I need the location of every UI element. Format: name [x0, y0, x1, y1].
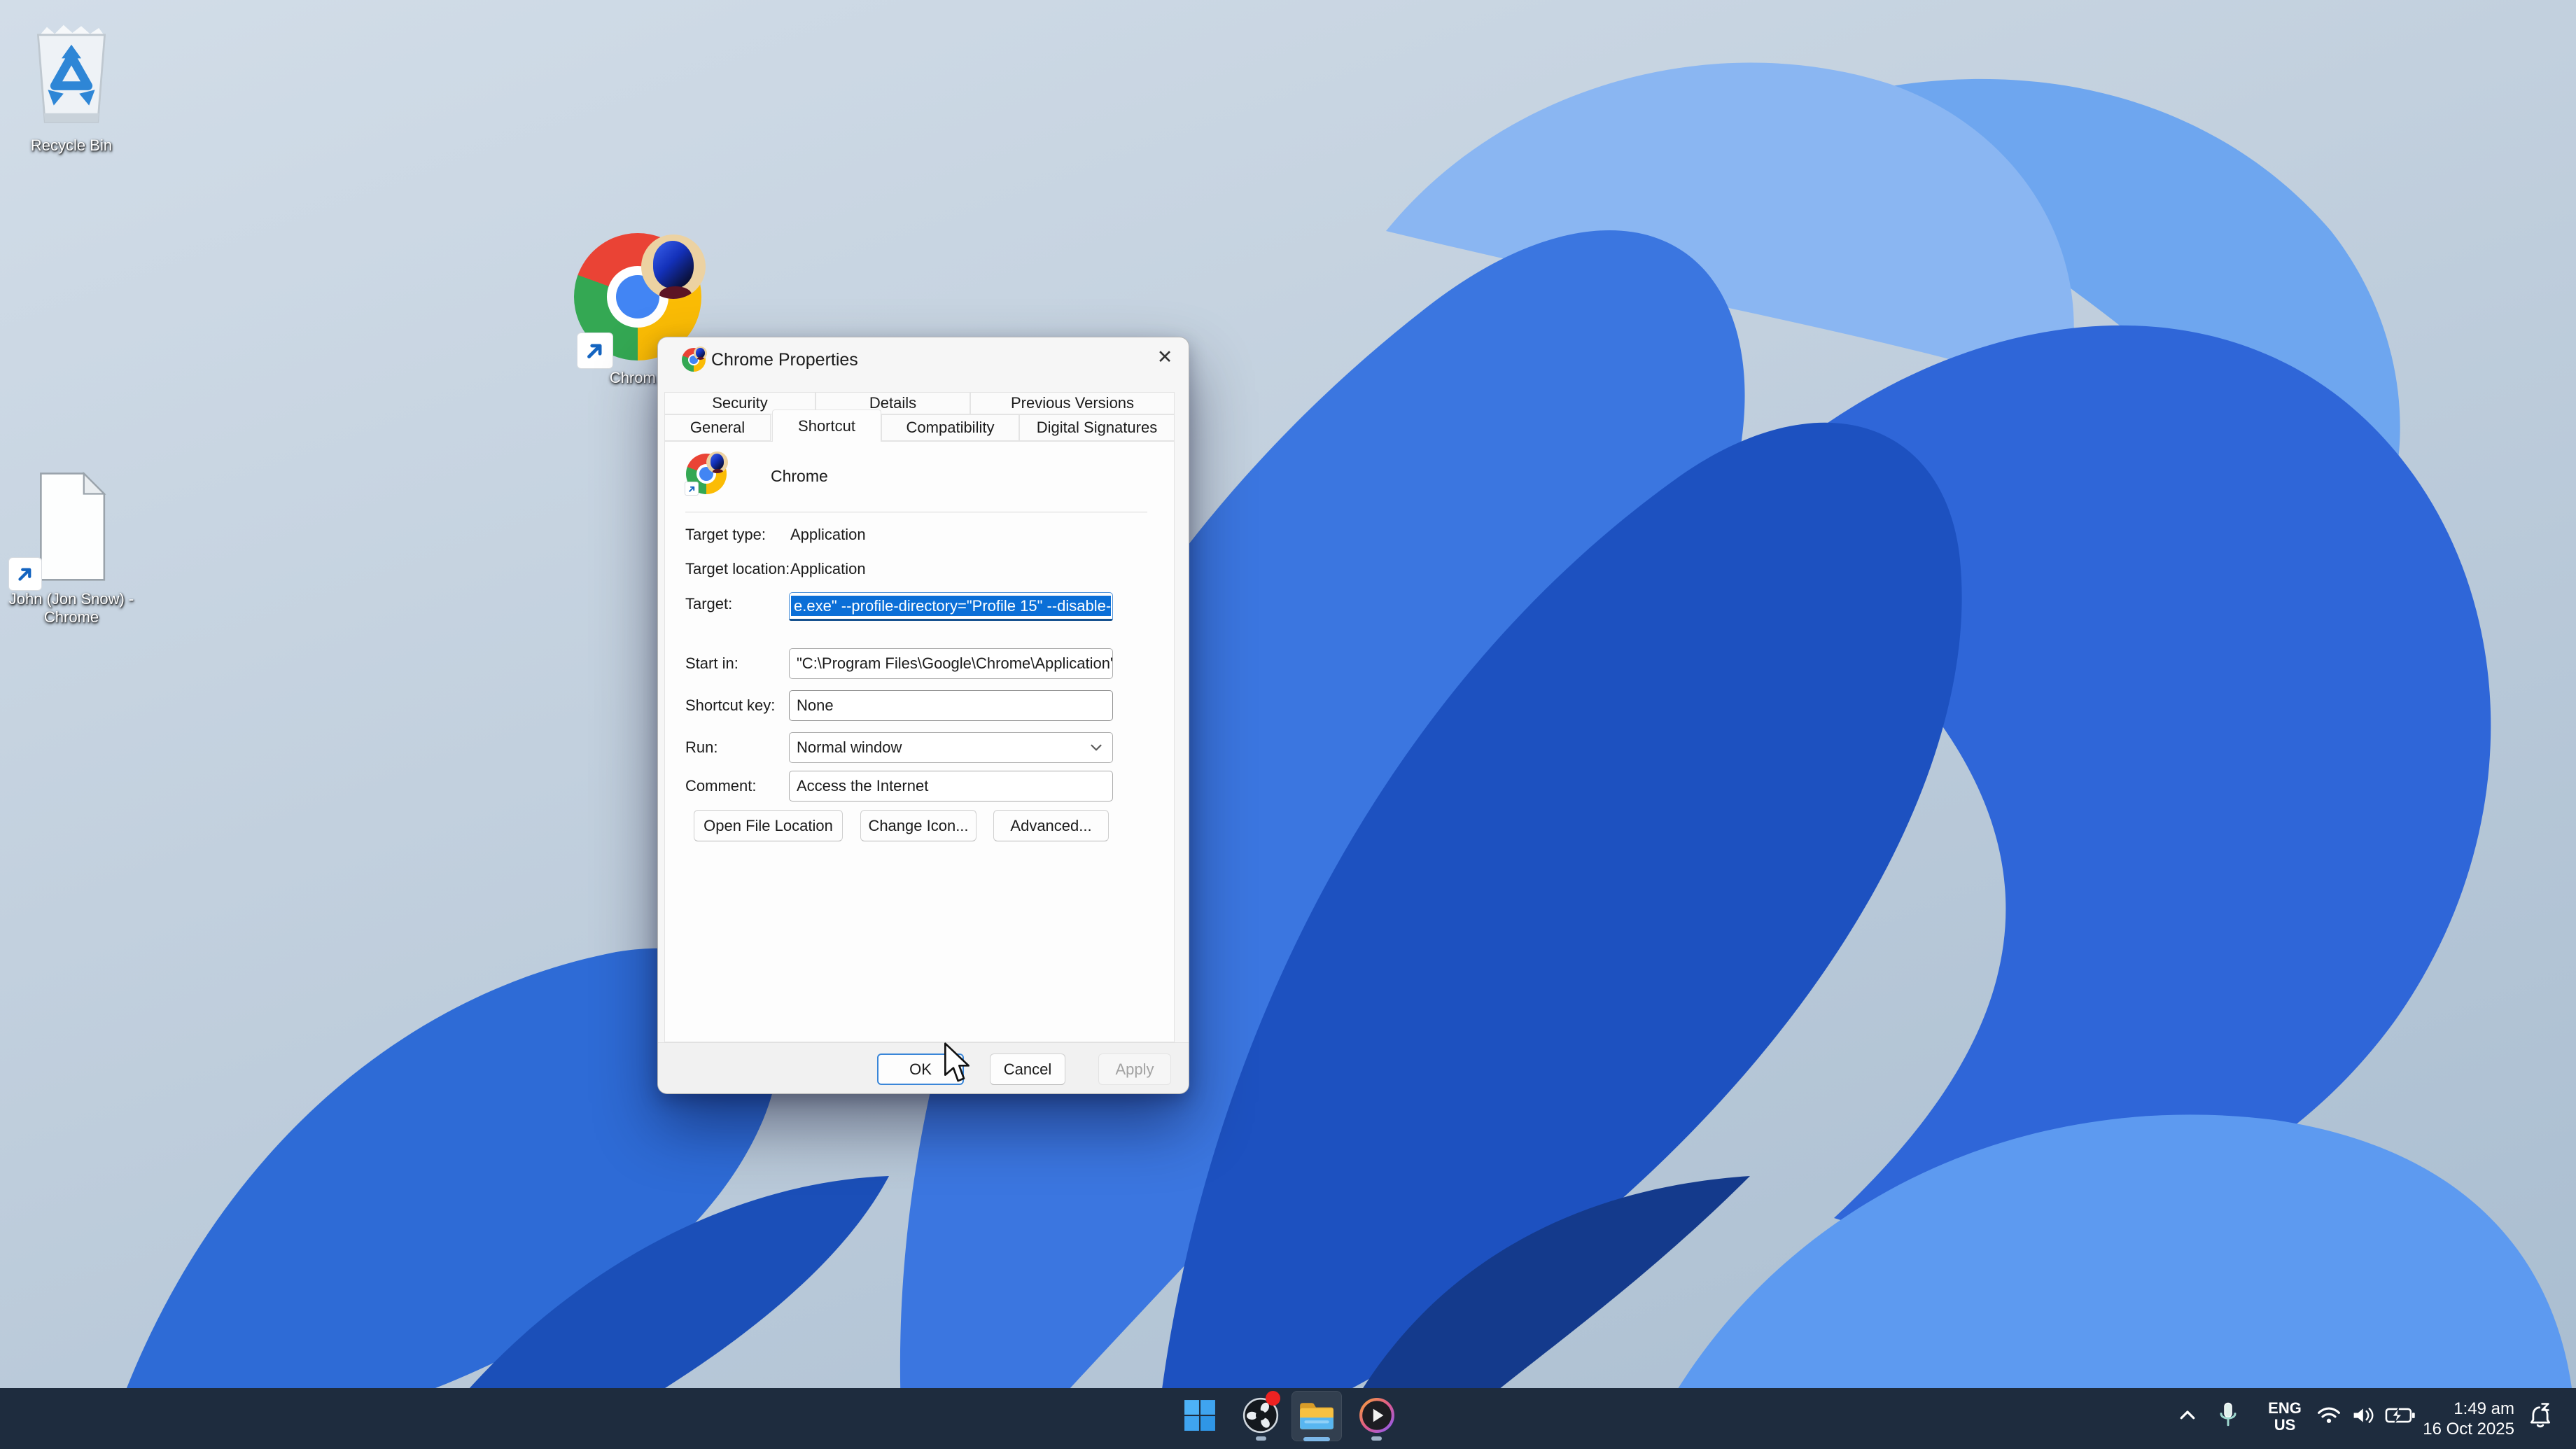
obs-studio-button[interactable] — [1239, 1394, 1282, 1437]
clock-time: 1:49 am — [2394, 1399, 2514, 1419]
shortcut-key-value: None — [797, 696, 834, 715]
profile-avatar-badge — [641, 234, 706, 299]
mouse-cursor — [942, 1042, 972, 1088]
profile-avatar-badge — [706, 451, 728, 473]
target-selected-text: e.exe" --profile-directory="Profile 15" … — [791, 596, 1111, 617]
shortcut-key-label: Shortcut key: — [685, 696, 775, 715]
volume-tray-button[interactable] — [2346, 1394, 2381, 1437]
desktop-icon-recycle-bin[interactable]: Recycle Bin — [22, 21, 120, 155]
media-player-running-indicator — [1371, 1436, 1382, 1441]
start-in-label: Start in: — [685, 654, 738, 673]
run-label: Run: — [685, 738, 718, 757]
target-label: Target: — [685, 594, 732, 614]
wifi-icon — [2316, 1406, 2342, 1425]
clock[interactable]: 1:49 am 16 Oct 2025 — [2394, 1399, 2514, 1439]
run-value: Normal window — [797, 738, 902, 757]
comment-label: Comment: — [685, 776, 756, 796]
chrome-properties-dialog: Chrome Properties ✕ Security Details Pre… — [657, 337, 1189, 1094]
target-type-label: Target type: — [685, 525, 766, 545]
recycle-bin-icon — [22, 21, 120, 133]
file-explorer-active-indicator — [1303, 1437, 1330, 1441]
dialog-title: Chrome Properties — [711, 350, 858, 370]
bell-sleep-icon — [2528, 1402, 2553, 1429]
language-region: US — [2255, 1417, 2314, 1434]
shortcut-page-chrome-icon — [686, 454, 728, 496]
clock-date: 16 Oct 2025 — [2394, 1419, 2514, 1439]
media-player-button[interactable] — [1355, 1394, 1399, 1437]
bloom-artwork — [0, 0, 2576, 1449]
speaker-icon — [2351, 1405, 2376, 1426]
microphone-icon — [2218, 1401, 2239, 1429]
cancel-button[interactable]: Cancel — [990, 1054, 1065, 1085]
recycle-bin-label: Recycle Bin — [22, 136, 120, 155]
tab-general[interactable]: General — [664, 414, 771, 441]
change-icon-button[interactable]: Change Icon... — [860, 810, 976, 841]
tab-previous-versions[interactable]: Previous Versions — [970, 392, 1175, 414]
run-select[interactable]: Normal window — [789, 732, 1113, 763]
profile-avatar-badge — [694, 346, 707, 360]
arrow-cursor-icon — [942, 1042, 972, 1084]
language-indicator[interactable]: ENG US — [2255, 1400, 2314, 1434]
shortcut-key-input[interactable]: None — [789, 690, 1113, 721]
windows-logo-icon — [1184, 1399, 1216, 1432]
shortcut-arrow-icon — [577, 332, 613, 369]
desktop-wallpaper — [0, 0, 2576, 1449]
file-explorer-icon — [1298, 1399, 1336, 1433]
target-input[interactable]: e.exe" --profile-directory="Profile 15" … — [789, 592, 1113, 621]
tab-compatibility[interactable]: Compatibility — [881, 414, 1019, 441]
comment-value: Access the Internet — [797, 777, 928, 795]
file-explorer-button[interactable] — [1292, 1391, 1342, 1441]
target-location-value: Application — [790, 559, 866, 579]
tray-overflow-button[interactable] — [2170, 1394, 2205, 1437]
shortcut-arrow-icon — [685, 482, 699, 496]
wifi-tray-button[interactable] — [2311, 1394, 2346, 1437]
start-in-value: "C:\Program Files\Google\Chrome\Applicat… — [797, 654, 1113, 673]
notifications-tray-button[interactable] — [2521, 1394, 2559, 1437]
target-location-label: Target location: — [685, 559, 790, 579]
tab-shortcut[interactable]: Shortcut — [772, 410, 881, 442]
start-in-input[interactable]: "C:\Program Files\Google\Chrome\Applicat… — [789, 648, 1113, 679]
media-player-icon — [1359, 1397, 1395, 1434]
target-type-value: Application — [790, 525, 866, 545]
language-code: ENG — [2255, 1400, 2314, 1417]
obs-running-indicator — [1256, 1436, 1266, 1441]
tab-digital-signatures[interactable]: Digital Signatures — [1019, 414, 1175, 441]
apply-button[interactable]: Apply — [1098, 1054, 1171, 1085]
recording-indicator-dot — [1266, 1391, 1280, 1406]
doc-shortcut-label-line2: Chrome — [8, 608, 134, 626]
doc-shortcut-label-line1: John (Jon Snow) - — [8, 590, 134, 608]
microphone-tray-button[interactable] — [2211, 1394, 2246, 1437]
chevron-down-icon — [1087, 738, 1105, 757]
advanced-button[interactable]: Advanced... — [993, 810, 1109, 841]
comment-input[interactable]: Access the Internet — [789, 771, 1113, 802]
taskbar: ENG US 1:49 am 16 Oct 2025 — [0, 1388, 2576, 1449]
dialog-titlebar-chrome-icon — [682, 348, 707, 373]
shortcut-arrow-icon — [8, 557, 42, 591]
close-icon[interactable]: ✕ — [1149, 343, 1180, 371]
desktop-icon-john-chrome[interactable]: John (Jon Snow) - Chrome — [8, 469, 134, 626]
open-file-location-button[interactable]: Open File Location — [694, 810, 843, 841]
start-button[interactable] — [1178, 1394, 1222, 1437]
shortcut-app-name: Chrome — [771, 467, 828, 486]
chevron-up-icon — [2177, 1405, 2198, 1426]
